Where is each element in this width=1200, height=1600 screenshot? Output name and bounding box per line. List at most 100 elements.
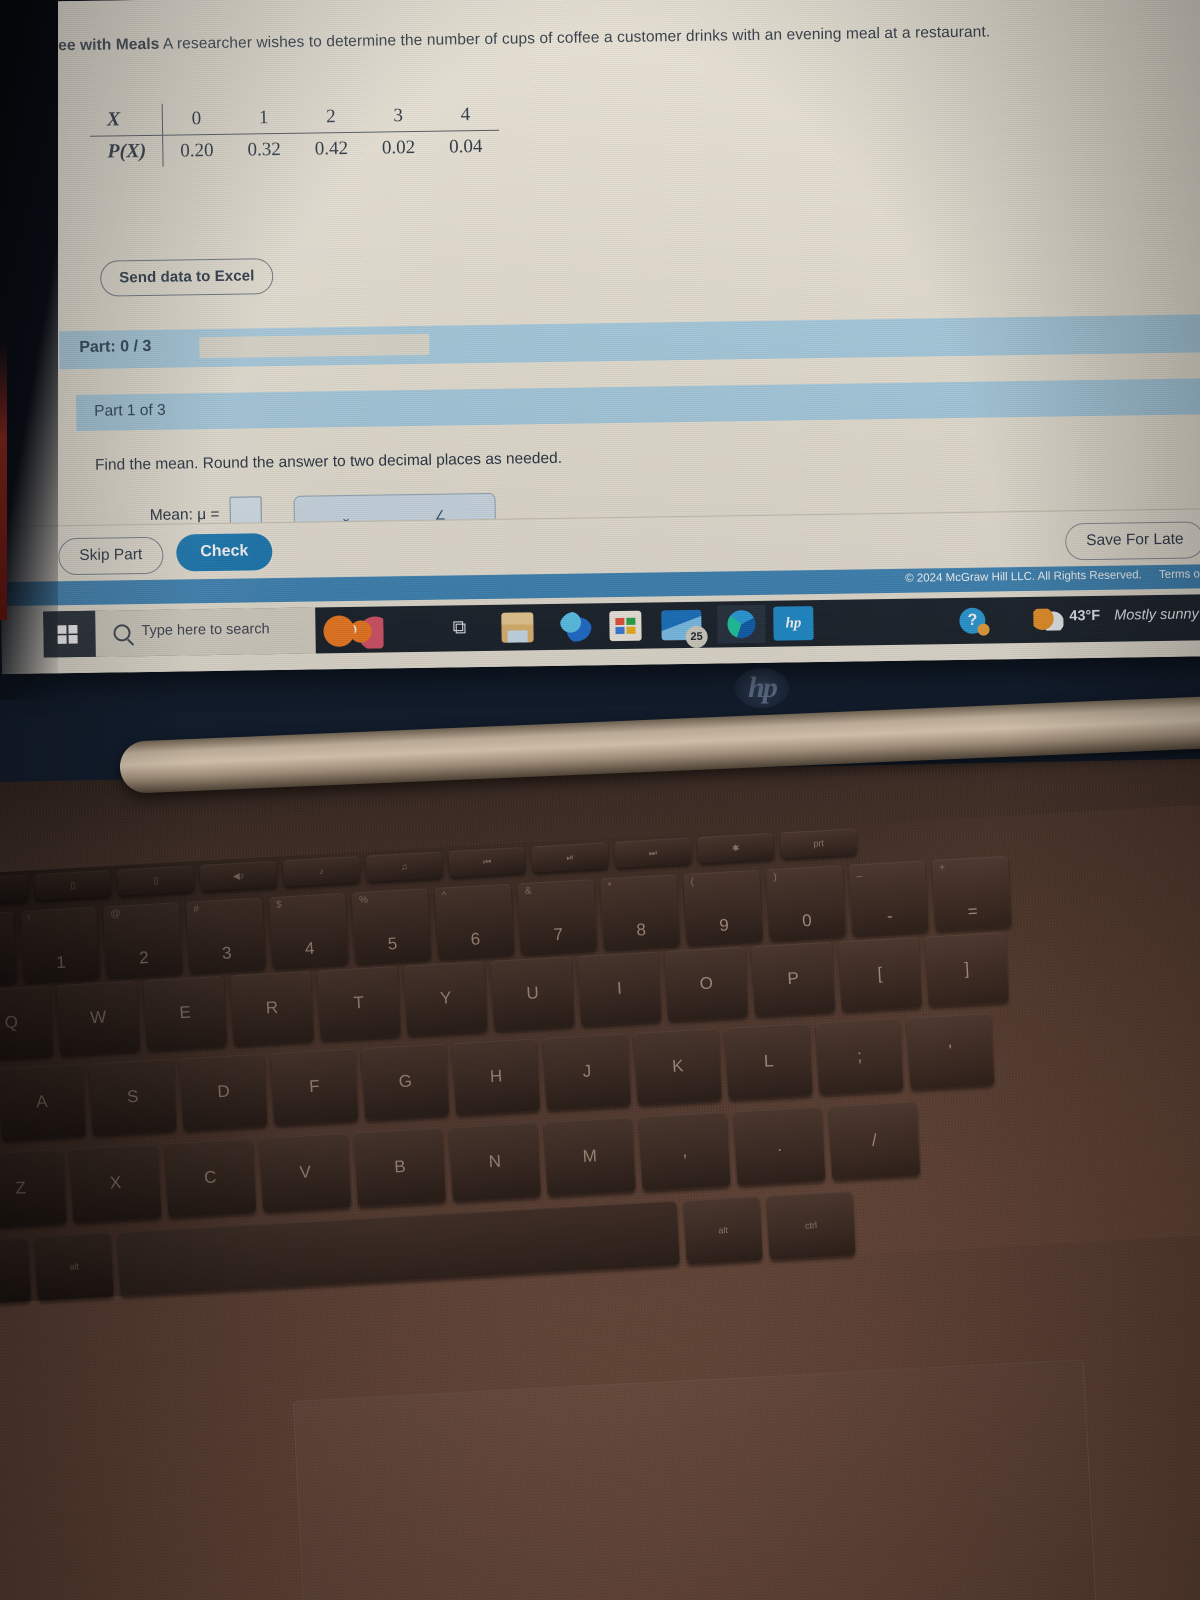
trackpad[interactable] <box>292 1359 1100 1600</box>
help-icon[interactable]: ? <box>959 607 986 634</box>
task-view-icon[interactable]: ⧉ <box>443 613 475 643</box>
key-s[interactable]: S <box>88 1058 177 1136</box>
key-minus[interactable]: _ - <box>848 860 929 936</box>
key-bracket-right[interactable]: ] <box>924 932 1009 1007</box>
key-w[interactable]: W <box>56 980 141 1056</box>
p-cell: 0.02 <box>381 136 416 158</box>
microsoft-store-icon[interactable] <box>609 610 642 642</box>
save-for-later-button[interactable]: Save For Late <box>1064 521 1200 561</box>
search-input[interactable]: Type here to search <box>95 607 316 657</box>
weather-widget[interactable]: 43°F Mostly sunny <box>1069 606 1199 624</box>
x-cell: 4 <box>431 98 500 132</box>
fn-key[interactable]: ▯ <box>0 874 29 905</box>
distribution-table: X 0 1 2 3 4 P(X) 0.20 0.32 0.42 0.02 0.0… <box>89 98 500 168</box>
x-cell: 3 <box>364 99 432 133</box>
key-h[interactable]: H <box>452 1038 541 1116</box>
key-z[interactable]: Z <box>0 1149 67 1228</box>
key-quote[interactable]: ' <box>906 1013 995 1090</box>
office-icon[interactable] <box>559 611 592 642</box>
file-explorer-icon[interactable] <box>501 612 534 643</box>
skip-part-button[interactable]: Skip Part <box>58 536 164 576</box>
current-part-header: Part 1 of 3 <box>75 378 1200 432</box>
progress-track <box>199 333 430 359</box>
fn-key[interactable]: ▯ <box>116 865 195 896</box>
footer-text: © 2024 McGraw Hill LLC. All Rights Reser… <box>905 568 1200 585</box>
key-b[interactable]: B <box>354 1127 447 1207</box>
fn-key[interactable]: ♪ <box>282 856 361 887</box>
terms-of-use-link[interactable]: Terms of Use <box>1159 568 1200 581</box>
key-9[interactable]: (9 <box>683 869 763 945</box>
key-8[interactable]: * 8 <box>600 874 681 950</box>
row-label-px: P(X) <box>90 135 163 168</box>
fn-key[interactable]: ◀♪ <box>199 860 278 891</box>
problem-statement: A researcher wishes to determine the num… <box>162 23 991 53</box>
key-backtick[interactable]: ~` <box>0 911 18 987</box>
key-y[interactable]: Y <box>403 961 488 1036</box>
weather-icon[interactable] <box>1033 608 1064 631</box>
key-2[interactable]: @2 <box>103 902 183 978</box>
search-placeholder: Type here to search <box>141 621 270 640</box>
key-semicolon[interactable]: ; <box>815 1018 904 1095</box>
key-alt-left[interactable]: alt <box>34 1232 114 1301</box>
key-period[interactable]: . <box>733 1106 826 1186</box>
fn-key[interactable]: prt <box>779 828 858 859</box>
key-windows[interactable]: ⊞ <box>0 1237 31 1305</box>
fn-key[interactable]: ⏭ <box>614 837 692 868</box>
temperature-text: 43°F <box>1069 607 1101 625</box>
key-j[interactable]: J <box>543 1033 631 1110</box>
key-3[interactable]: #3 <box>185 897 266 973</box>
key-i[interactable]: I <box>577 951 662 1026</box>
p-cell: 0.42 <box>314 137 349 159</box>
key-alt-right[interactable]: alt <box>683 1196 763 1265</box>
key-1[interactable]: ! 1 <box>20 906 101 982</box>
windows-taskbar: Type here to search ⧉ 25 hp ? 43°F Mostl… <box>43 593 1200 658</box>
key-7[interactable]: & 7 <box>517 878 598 955</box>
key-q[interactable]: Q <box>0 985 54 1060</box>
key-p[interactable]: P <box>751 941 836 1017</box>
check-button[interactable]: Check <box>176 533 273 572</box>
fn-key[interactable]: ⏯ <box>531 842 609 873</box>
key-0[interactable]: ) 0 <box>765 865 846 941</box>
key-slash[interactable]: / <box>828 1101 921 1181</box>
key-ctrl-right[interactable]: ctrl <box>766 1191 856 1260</box>
key-bracket-left[interactable]: [ <box>838 936 922 1012</box>
key-6[interactable]: ^ 6 <box>434 883 515 959</box>
key-comma[interactable]: , <box>638 1111 731 1191</box>
key-e[interactable]: E <box>143 975 227 1051</box>
fn-key[interactable]: ▯ <box>34 869 112 901</box>
part-instruction: Find the mean. Round the answer to two d… <box>94 449 563 474</box>
clownfish-icon[interactable] <box>323 612 384 650</box>
key-l[interactable]: L <box>724 1023 813 1100</box>
fn-key[interactable]: ♫ <box>365 851 443 882</box>
fn-key[interactable]: ✱ <box>697 832 775 864</box>
key-5[interactable]: % 5 <box>351 888 432 964</box>
current-part-label: Part 1 of 3 <box>94 401 166 420</box>
key-v[interactable]: V <box>259 1133 352 1212</box>
key-g[interactable]: G <box>361 1043 450 1121</box>
key-a[interactable]: A <box>0 1063 86 1141</box>
part-progress-bar: Part: 0 / 3 <box>59 314 1200 370</box>
key-m[interactable]: M <box>543 1117 636 1197</box>
keyboard: ▯ ▯ ▯ ◀♪ ♪ ♫ ⏮ ⏯ ⏭ ✱ prt ~` !1 @2 #3 $4 … <box>0 798 1200 1307</box>
key-n[interactable]: N <box>448 1122 541 1202</box>
key-o[interactable]: O <box>664 946 749 1022</box>
x-cell: 2 <box>297 100 365 134</box>
key-f[interactable]: F <box>270 1048 359 1126</box>
key-r[interactable]: R <box>230 970 314 1046</box>
key-c[interactable]: C <box>164 1138 257 1218</box>
condition-text: Mostly sunny <box>1114 606 1199 624</box>
key-x[interactable]: X <box>69 1143 162 1223</box>
key-equals[interactable]: + = <box>931 855 1012 931</box>
hp-app-icon[interactable]: hp <box>773 606 814 641</box>
key-u[interactable]: U <box>490 956 575 1031</box>
key-d[interactable]: D <box>179 1053 268 1131</box>
laptop-screen: Coffee with Meals A researcher wishes to… <box>0 0 1200 675</box>
hp-logo: hp <box>735 668 789 708</box>
edge-icon[interactable] <box>717 604 766 644</box>
part-progress-label: Part: 0 / 3 <box>79 337 152 356</box>
key-t[interactable]: T <box>316 966 401 1041</box>
key-k[interactable]: K <box>633 1028 722 1105</box>
send-data-to-excel-button[interactable]: Send data to Excel <box>99 258 274 297</box>
key-4[interactable]: $4 <box>268 892 349 969</box>
fn-key[interactable]: ⏮ <box>448 846 526 877</box>
